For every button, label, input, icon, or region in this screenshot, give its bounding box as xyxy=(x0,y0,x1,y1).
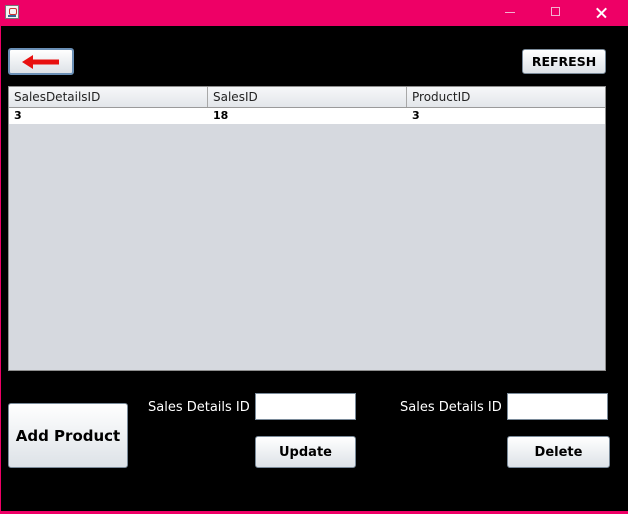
delete-button[interactable]: Delete xyxy=(507,436,610,468)
update-sales-details-id-label: Sales Details ID xyxy=(148,400,250,415)
back-button[interactable] xyxy=(8,48,74,75)
table-row[interactable]: 3 18 3 xyxy=(9,108,605,124)
red-left-arrow-icon xyxy=(22,54,59,69)
maximize-icon[interactable] xyxy=(533,0,579,26)
update-button[interactable]: Update xyxy=(255,436,356,468)
delete-sales-details-id-label: Sales Details ID xyxy=(400,400,502,415)
update-sales-details-id-field[interactable] xyxy=(255,393,356,420)
window-border-left xyxy=(0,26,1,514)
add-product-button[interactable]: Add Product xyxy=(8,403,128,468)
table-header: SalesDetailsID SalesID ProductID xyxy=(9,87,605,108)
sales-details-table[interactable]: SalesDetailsID SalesID ProductID 3 18 3 xyxy=(8,86,606,371)
column-header-productid[interactable]: ProductID xyxy=(407,87,605,107)
refresh-button[interactable]: REFRESH xyxy=(522,49,606,74)
column-header-salesdetailsid[interactable]: SalesDetailsID xyxy=(9,87,208,107)
table-cell-productid: 3 xyxy=(412,109,420,122)
delete-sales-details-id-field[interactable] xyxy=(507,393,608,420)
column-header-salesid[interactable]: SalesID xyxy=(208,87,407,107)
table-cell-salesid: 18 xyxy=(213,109,229,122)
title-bar xyxy=(0,0,628,26)
minimize-icon[interactable] xyxy=(487,0,533,26)
table-cell-salesdetailsid: 3 xyxy=(14,109,22,122)
close-icon[interactable] xyxy=(579,0,625,26)
java-coffee-icon xyxy=(5,5,19,19)
